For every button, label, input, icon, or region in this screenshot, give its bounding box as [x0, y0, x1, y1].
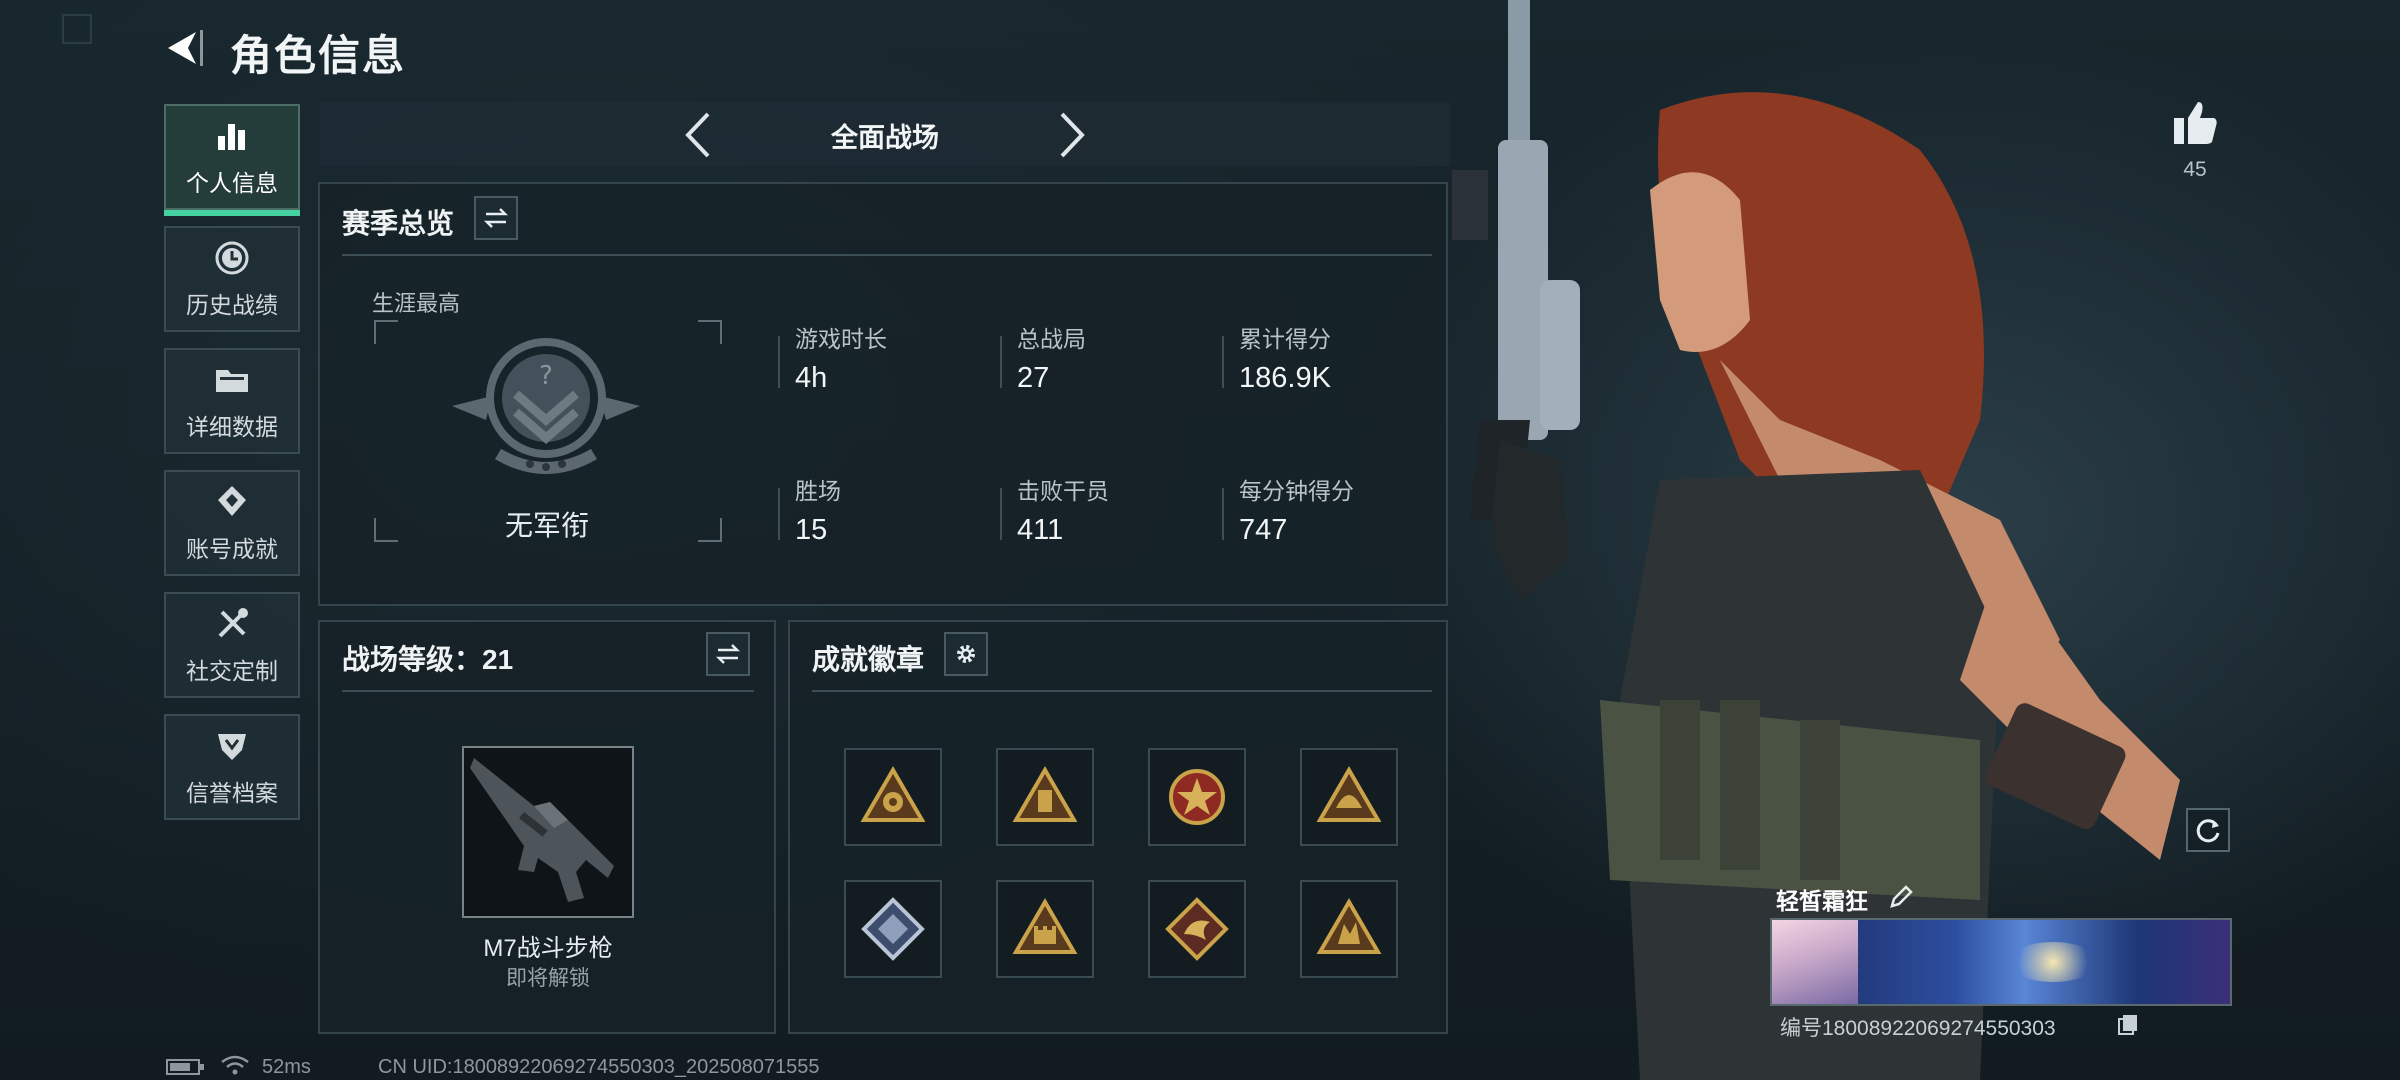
sidebar-item-social[interactable]: 社交定制	[164, 592, 300, 698]
sidebar-item-personal-info[interactable]: 个人信息	[164, 104, 300, 216]
badges-title: 成就徽章	[812, 644, 925, 675]
sidebar-item-label: 个人信息	[186, 170, 278, 196]
page-title: 角色信息	[230, 32, 407, 79]
sidebar-item-credit[interactable]: 信誉档案	[164, 714, 300, 820]
corner-decoration	[62, 14, 92, 44]
badge-slot[interactable]	[844, 880, 942, 978]
mode-title: 全面战场	[831, 123, 939, 153]
achievement-icon	[218, 486, 246, 516]
sidebar-item-label: 信誉档案	[186, 780, 278, 806]
stat-separator	[1000, 488, 1002, 540]
chevron-right-icon[interactable]	[1052, 110, 1092, 160]
career-best-label: 生涯最高	[372, 291, 461, 316]
stat-label: 胜场	[795, 478, 841, 504]
battlefield-level-title: 战场等级：21	[342, 644, 514, 675]
sidebar-item-label: 历史战绩	[186, 292, 278, 318]
frame-corner	[374, 518, 398, 542]
badge-blue-diamond-icon	[861, 897, 925, 961]
like-count: 45	[2183, 158, 2207, 181]
frame-corner	[698, 320, 722, 344]
badge-dragon-diamond-icon	[1165, 897, 1229, 961]
stat-value: 4h	[795, 362, 828, 394]
stat-label: 每分钟得分	[1239, 478, 1354, 504]
stat-separator	[1000, 336, 1002, 388]
battery-icon	[166, 1059, 204, 1075]
player-id: 编号18008922069274550303	[1780, 1017, 2056, 1040]
stat-separator	[1222, 336, 1224, 388]
avatar	[1772, 920, 1858, 1004]
uid-text: CN UID:18008922069274550303_202508071555	[378, 1056, 820, 1078]
back-arrow-icon[interactable]	[160, 26, 204, 70]
svg-text:?: ?	[539, 361, 553, 391]
rank-name: 无军衔	[504, 510, 589, 541]
badge-slot[interactable]	[996, 748, 1094, 846]
rotate-view-button[interactable]	[2186, 808, 2230, 852]
season-switch-button[interactable]	[474, 196, 518, 240]
thumbs-up-icon[interactable]	[2170, 98, 2220, 148]
season-title: 赛季总览	[342, 208, 455, 239]
player-name: 轻皙霜狂	[1776, 888, 1868, 914]
stat-separator	[1222, 488, 1224, 540]
badge-slot[interactable]	[1148, 748, 1246, 846]
weapon-unlock-status: 即将解锁	[506, 967, 590, 990]
badge-settings-button[interactable]	[944, 632, 988, 676]
chevron-left-icon[interactable]	[678, 110, 718, 160]
badge-triangle-castle-icon	[1012, 898, 1078, 954]
weapon-reward-slot[interactable]	[462, 746, 634, 918]
badge-triangle-tower-icon	[1012, 766, 1078, 822]
sidebar-item-history[interactable]: 历史战绩	[164, 226, 300, 332]
ping-value: 52ms	[262, 1056, 311, 1078]
swap-icon	[715, 644, 741, 664]
gear-icon	[957, 645, 975, 663]
sidebar-item-achievements[interactable]: 账号成就	[164, 470, 300, 576]
badge-slot[interactable]	[844, 748, 942, 846]
sidebar-item-detailed-data[interactable]: 详细数据	[164, 348, 300, 454]
stat-separator	[778, 488, 780, 540]
clock-icon	[215, 241, 249, 275]
stat-value: 27	[1017, 362, 1050, 394]
stat-value: 747	[1239, 514, 1288, 546]
stat-value: 186.9K	[1239, 362, 1331, 394]
sidebar-item-label: 社交定制	[186, 658, 278, 684]
weapon-name: M7战斗步枪	[483, 935, 613, 962]
badge-red-star-emblem-icon	[1169, 769, 1225, 825]
stat-separator	[778, 336, 780, 388]
shield-rank-icon	[218, 734, 246, 760]
stat-label: 击败干员	[1017, 478, 1109, 504]
sidebar-item-label: 账号成就	[186, 536, 278, 562]
swap-icon	[483, 208, 509, 228]
folder-icon	[216, 370, 248, 392]
frame-corner	[698, 518, 722, 542]
refresh-icon	[2196, 819, 2220, 843]
banner-glow	[2008, 942, 2098, 982]
stat-label: 游戏时长	[795, 326, 887, 352]
season-divider	[342, 254, 1432, 256]
copy-icon[interactable]	[2116, 1012, 2140, 1036]
stat-value: 15	[795, 514, 828, 546]
stat-value: 411	[1017, 514, 1064, 546]
level-switch-button[interactable]	[706, 632, 750, 676]
player-card-banner[interactable]	[1770, 918, 2232, 1006]
sidebar-item-label: 详细数据	[186, 414, 278, 440]
badges-divider	[812, 690, 1432, 692]
edit-pencil-icon[interactable]	[1888, 884, 1914, 910]
rank-emblem-icon: ?	[452, 338, 640, 474]
stat-label: 累计得分	[1239, 326, 1331, 352]
badge-slot[interactable]	[996, 880, 1094, 978]
bar-chart-icon	[218, 124, 245, 150]
rifle-icon	[470, 758, 614, 902]
frame-corner	[374, 320, 398, 344]
badge-slot[interactable]	[1148, 880, 1246, 978]
tools-icon	[218, 608, 248, 638]
level-divider	[342, 690, 754, 692]
wifi-icon	[221, 1055, 249, 1075]
stat-label: 总战局	[1017, 326, 1086, 352]
badge-triangle-eye-icon	[860, 766, 926, 822]
